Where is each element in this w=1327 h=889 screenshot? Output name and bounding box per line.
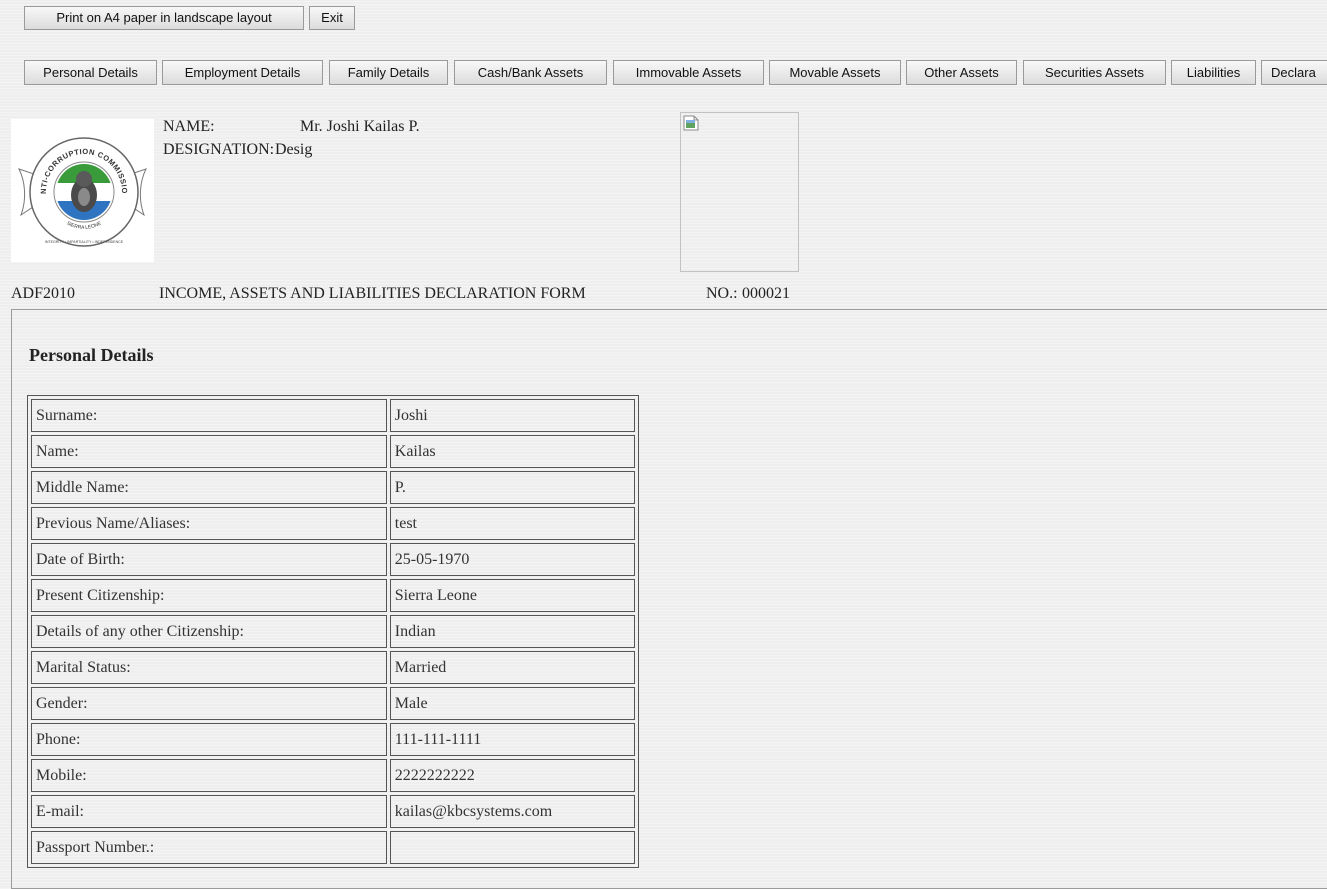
tab-immovable-assets[interactable]: Immovable Assets <box>613 60 764 85</box>
table-row: Middle Name: P. <box>31 471 635 504</box>
field-label: Passport Number.: <box>31 831 387 864</box>
field-label: Details of any other Citizenship: <box>31 615 387 648</box>
field-label: Surname: <box>31 399 387 432</box>
table-row: Present Citizenship: Sierra Leone <box>31 579 635 612</box>
field-label: Gender: <box>31 687 387 720</box>
svg-text:INTEGRITY • IMPARTIALITY • IND: INTEGRITY • IMPARTIALITY • INDEPENDENCE <box>45 240 124 244</box>
exit-button[interactable]: Exit <box>309 6 355 30</box>
commission-emblem-icon: ANTI-CORRUPTION COMMISSION SIERRA LEONE … <box>8 112 147 247</box>
field-value: kailas@kbcsystems.com <box>389 795 635 828</box>
field-value: P. <box>389 471 635 504</box>
tab-movable-assets[interactable]: Movable Assets <box>769 60 901 85</box>
field-label: Name: <box>31 435 387 468</box>
field-label: Mobile: <box>31 759 387 792</box>
form-title: INCOME, ASSETS AND LIABILITIES DECLARATI… <box>159 285 586 302</box>
name-label: NAME: <box>163 118 215 135</box>
form-number-label: NO.: <box>706 285 738 302</box>
table-row: Gender: Male <box>31 687 635 720</box>
field-value: 2222222222 <box>389 759 635 792</box>
form-number-value: 000021 <box>742 285 790 302</box>
form-code: ADF2010 <box>11 285 76 302</box>
field-label: Phone: <box>31 723 387 756</box>
field-value <box>389 831 635 864</box>
field-label: Present Citizenship: <box>31 579 387 612</box>
table-row: Previous Name/Aliases: test <box>31 507 635 540</box>
designation-value: Desig <box>275 141 313 158</box>
tab-employment-details[interactable]: Employment Details <box>162 60 323 85</box>
tab-securities-assets[interactable]: Securities Assets <box>1023 60 1166 85</box>
section-tab-bar: Personal Details Employment Details Fami… <box>24 60 1327 86</box>
designation-label: DESIGNATION: <box>163 141 275 158</box>
field-value: Male <box>389 687 635 720</box>
tab-cash-bank-assets[interactable]: Cash/Bank Assets <box>454 60 607 85</box>
field-value: 111-111-1111 <box>389 723 635 756</box>
table-row: Name: Kailas <box>31 435 635 468</box>
broken-image-icon <box>683 115 699 131</box>
field-value: Married <box>389 651 635 684</box>
table-row: Surname: Joshi <box>31 399 635 432</box>
field-value: Joshi <box>389 399 635 432</box>
field-value: 25-05-1970 <box>389 543 635 576</box>
field-value: test <box>389 507 635 540</box>
field-label: Previous Name/Aliases: <box>31 507 387 540</box>
name-value: Mr. Joshi Kailas P. <box>300 118 420 135</box>
commission-logo: ANTI-CORRUPTION COMMISSION SIERRA LEONE … <box>8 112 154 262</box>
table-row: Date of Birth: 25-05-1970 <box>31 543 635 576</box>
table-row: Phone: 111-111-1111 <box>31 723 635 756</box>
field-label: E-mail: <box>31 795 387 828</box>
declarant-photo <box>680 112 799 272</box>
tab-other-assets[interactable]: Other Assets <box>906 60 1017 85</box>
field-label: Middle Name: <box>31 471 387 504</box>
tab-family-details[interactable]: Family Details <box>329 60 448 85</box>
table-row: E-mail: kailas@kbcsystems.com <box>31 795 635 828</box>
table-row: Marital Status: Married <box>31 651 635 684</box>
field-value: Sierra Leone <box>389 579 635 612</box>
table-row: Mobile: 2222222222 <box>31 759 635 792</box>
field-label: Marital Status: <box>31 651 387 684</box>
section-title: Personal Details <box>29 345 154 365</box>
field-value: Indian <box>389 615 635 648</box>
personal-details-table: Surname: Joshi Name: Kailas Middle Name:… <box>27 395 639 868</box>
field-label: Date of Birth: <box>31 543 387 576</box>
tab-personal-details[interactable]: Personal Details <box>24 60 157 85</box>
table-row: Details of any other Citizenship: Indian <box>31 615 635 648</box>
tab-declaration[interactable]: Declara <box>1261 60 1327 85</box>
table-row: Passport Number.: <box>31 831 635 864</box>
field-value: Kailas <box>389 435 635 468</box>
tab-liabilities[interactable]: Liabilities <box>1171 60 1256 85</box>
print-a4-landscape-button[interactable]: Print on A4 paper in landscape layout <box>24 6 304 30</box>
